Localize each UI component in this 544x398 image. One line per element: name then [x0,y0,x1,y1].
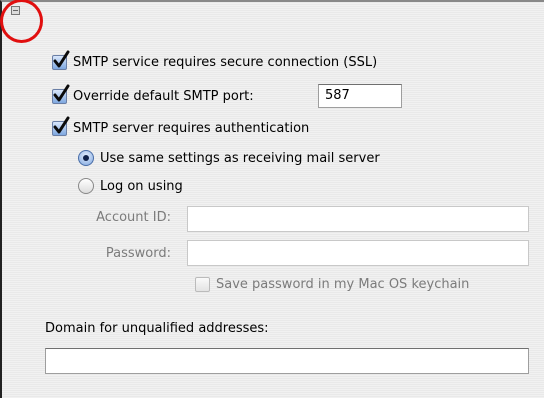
account-id-label: Account ID: [96,210,171,225]
domain-label: Domain for unqualified addresses: [45,321,269,336]
password-label: Password: [105,246,171,261]
collapse-icon[interactable] [11,6,20,15]
keychain-option[interactable]: Save password in my Mac OS keychain [195,277,469,292]
port-label: Override default SMTP port: [73,89,254,104]
same-settings-radio[interactable] [78,150,94,166]
smtp-settings-panel: SMTP service requires secure connection … [0,0,544,398]
checkmark-icon [53,116,70,134]
auth-checkbox[interactable] [52,116,70,136]
log-on-option[interactable]: Log on using [78,178,183,194]
domain-input[interactable] [45,348,529,374]
checkmark-icon [53,50,70,68]
port-option[interactable]: Override default SMTP port: [52,84,254,104]
log-on-label: Log on using [100,178,183,194]
password-input[interactable] [187,240,529,266]
auth-option[interactable]: SMTP server requires authentication [52,116,310,136]
log-on-radio[interactable] [78,178,94,194]
ssl-checkbox[interactable] [52,50,70,70]
same-settings-label: Use same settings as receiving mail serv… [100,150,380,166]
account-id-input[interactable] [187,206,529,232]
port-checkbox[interactable] [52,84,70,104]
ssl-label: SMTP service requires secure connection … [73,55,378,70]
highlight-circle [0,0,43,43]
ssl-option[interactable]: SMTP service requires secure connection … [52,50,378,70]
keychain-checkbox[interactable] [195,277,210,292]
auth-label: SMTP server requires authentication [73,121,310,136]
same-settings-option[interactable]: Use same settings as receiving mail serv… [78,150,380,166]
port-input[interactable]: 587 [318,84,402,108]
checkmark-icon [53,84,70,102]
keychain-label: Save password in my Mac OS keychain [216,277,470,292]
